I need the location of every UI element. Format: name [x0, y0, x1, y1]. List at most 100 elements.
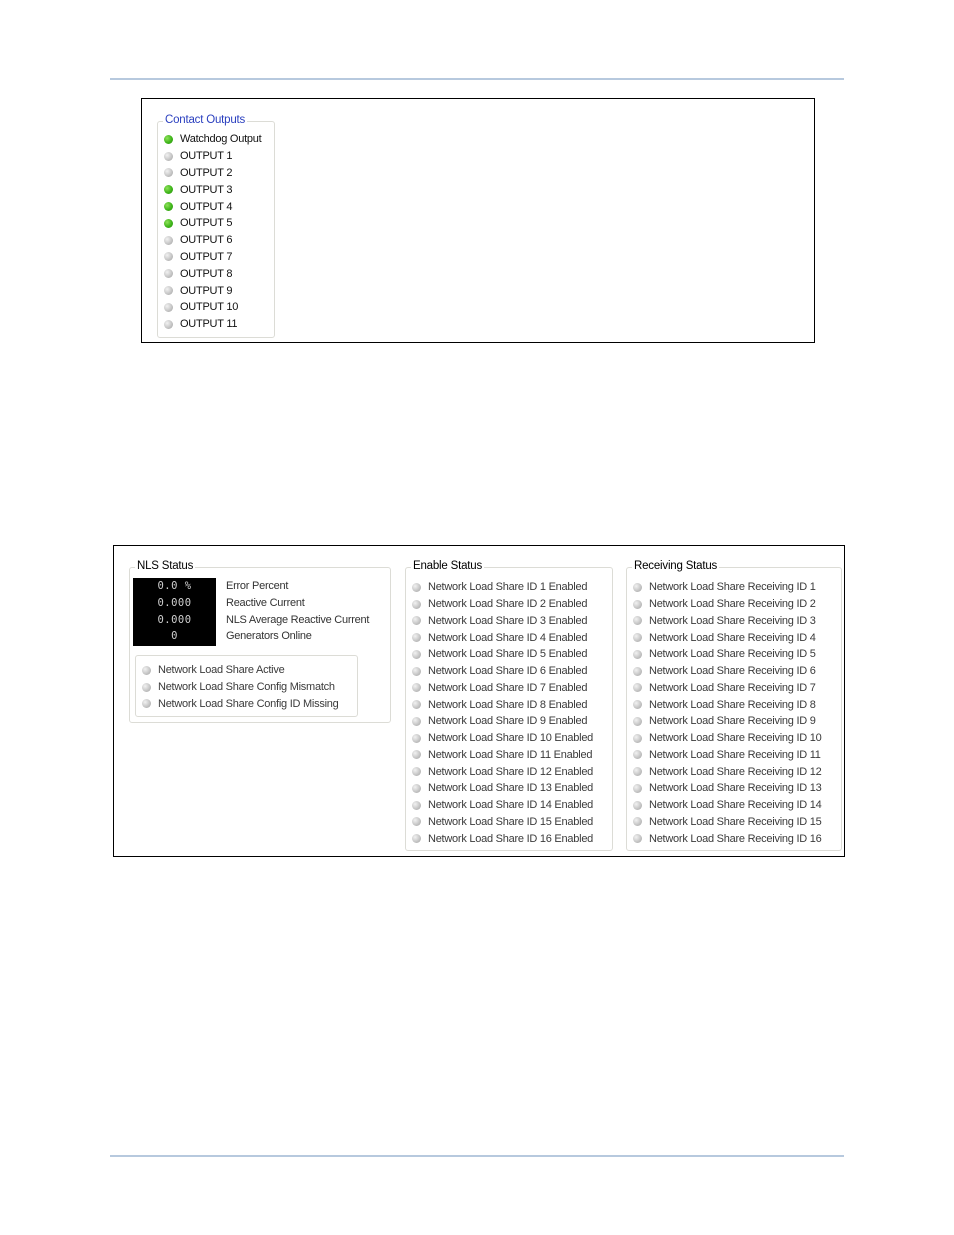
nls-indicator-item: Network Load Share Config Mismatch — [142, 679, 335, 696]
contact-output-item-label: OUTPUT 3 — [180, 183, 233, 196]
receiving-status-item-label: Network Load Share Receiving ID 2 — [649, 598, 816, 611]
receiving-status-item-label: Network Load Share Receiving ID 9 — [649, 715, 816, 728]
receiving-status-item-label: Network Load Share Receiving ID 14 — [649, 799, 822, 812]
led-off-icon — [412, 649, 421, 659]
led-off-icon — [164, 252, 173, 262]
led-off-icon — [633, 616, 642, 626]
enable-status-item: Network Load Share ID 14 Enabled — [412, 797, 593, 814]
enable-status-item: Network Load Share ID 13 Enabled — [412, 780, 593, 797]
led-off-icon — [412, 733, 421, 743]
enable-status-item-label: Network Load Share ID 8 Enabled — [428, 698, 588, 711]
led-off-icon — [164, 168, 173, 178]
enable-status-item: Network Load Share ID 7 Enabled — [412, 680, 587, 697]
contact-outputs-title: Contact Outputs — [163, 113, 248, 127]
enable-status-item: Network Load Share ID 10 Enabled — [412, 730, 593, 747]
nls-status-title: NLS Status — [135, 559, 196, 573]
receiving-status-item-label: Network Load Share Receiving ID 6 — [649, 665, 816, 678]
enable-status-item-label: Network Load Share ID 9 Enabled — [428, 715, 588, 728]
contact-output-item-label: OUTPUT 5 — [180, 217, 233, 230]
enable-status-item-label: Network Load Share ID 15 Enabled — [428, 815, 594, 828]
enable-status-item: Network Load Share ID 4 Enabled — [412, 629, 587, 646]
contact-output-item: OUTPUT 6 — [164, 232, 232, 249]
led-off-icon — [164, 286, 173, 296]
receiving-status-item: Network Load Share Receiving ID 12 — [633, 763, 822, 780]
led-off-icon — [412, 599, 421, 609]
contact-output-item-label: OUTPUT 9 — [180, 284, 233, 297]
contact-outputs-screenshot: Contact Outputs Watchdog Output OUTPUT 1 O… — [141, 98, 815, 343]
contact-output-item: OUTPUT 7 — [164, 249, 232, 266]
enable-status-item-label: Network Load Share ID 11 Enabled — [428, 748, 593, 761]
receiving-status-item: Network Load Share Receiving ID 1 — [633, 579, 816, 596]
led-off-icon — [142, 699, 151, 709]
receiving-status-item-label: Network Load Share Receiving ID 3 — [649, 614, 816, 627]
receiving-status-item: Network Load Share Receiving ID 4 — [633, 629, 816, 646]
led-off-icon — [164, 302, 173, 312]
led-off-icon — [412, 783, 421, 793]
receiving-status-item-label: Network Load Share Receiving ID 8 — [649, 698, 816, 711]
contact-output-item-label: OUTPUT 8 — [180, 267, 233, 280]
nls-indicator-item: Network Load Share Active — [142, 662, 285, 679]
led-off-icon — [164, 235, 173, 245]
error-percent-label: Error Percent — [226, 580, 289, 592]
led-off-icon — [164, 151, 173, 161]
led-off-icon — [164, 319, 173, 329]
led-off-icon — [412, 817, 421, 827]
receiving-status-item: Network Load Share Receiving ID 6 — [633, 663, 816, 680]
enable-status-item: Network Load Share ID 5 Enabled — [412, 646, 587, 663]
led-off-icon — [633, 783, 642, 793]
led-off-icon — [164, 269, 173, 279]
enable-status-item-label: Network Load Share ID 3 Enabled — [428, 614, 588, 627]
receiving-status-item: Network Load Share Receiving ID 9 — [633, 713, 816, 730]
contact-output-item-label: OUTPUT 1 — [180, 150, 233, 163]
receiving-status-item: Network Load Share Receiving ID 5 — [633, 646, 816, 663]
led-off-icon — [633, 700, 642, 710]
enable-status-item: Network Load Share ID 12 Enabled — [412, 763, 593, 780]
generators-online-value: 0 — [171, 630, 178, 643]
receiving-status-item: Network Load Share Receiving ID 14 — [633, 797, 822, 814]
receiving-status-title: Receiving Status — [632, 559, 720, 573]
led-off-icon — [142, 682, 151, 692]
enable-status-item-label: Network Load Share ID 2 Enabled — [428, 598, 588, 611]
receiving-status-item: Network Load Share Receiving ID 11 — [633, 747, 821, 764]
led-off-icon — [633, 649, 642, 659]
enable-status-item: Network Load Share ID 6 Enabled — [412, 663, 587, 680]
nls-average-reactive-current-label: NLS Average Reactive Current — [226, 613, 370, 626]
contact-outputs-group: Contact Outputs Watchdog Output OUTPUT 1 O… — [157, 113, 275, 338]
receiving-status-item: Network Load Share Receiving ID 15 — [633, 814, 822, 831]
led-off-icon — [633, 716, 642, 726]
led-off-icon — [412, 633, 421, 643]
led-off-icon — [633, 834, 642, 844]
led-off-icon — [412, 834, 421, 844]
receiving-status-item: Network Load Share Receiving ID 3 — [633, 613, 816, 630]
receiving-status-item-label: Network Load Share Receiving ID 15 — [649, 815, 822, 828]
contact-output-item: Watchdog Output — [164, 131, 262, 148]
led-off-icon — [412, 767, 421, 777]
led-off-icon — [412, 683, 421, 693]
contact-output-item: OUTPUT 11 — [164, 316, 238, 333]
led-off-icon — [633, 599, 642, 609]
receiving-status-item-label: Network Load Share Receiving ID 10 — [649, 732, 822, 745]
receiving-status-item: Network Load Share Receiving ID 16 — [633, 830, 822, 847]
led-off-icon — [142, 665, 151, 675]
led-off-icon — [633, 767, 642, 777]
enable-status-item-label: Network Load Share ID 5 Enabled — [428, 648, 588, 661]
enable-status-item-label: Network Load Share ID 6 Enabled — [428, 665, 588, 678]
enable-status-item: Network Load Share ID 2 Enabled — [412, 596, 587, 613]
receiving-status-item-label: Network Load Share Receiving ID 5 — [649, 648, 816, 661]
contact-output-item-label: OUTPUT 4 — [180, 200, 233, 213]
reactive-current-label: Reactive Current — [226, 596, 305, 609]
contact-output-item-label: OUTPUT 7 — [180, 250, 233, 263]
enable-status-item: Network Load Share ID 1 Enabled — [412, 579, 587, 596]
enable-status-item: Network Load Share ID 3 Enabled — [412, 613, 587, 630]
receiving-status-item: Network Load Share Receiving ID 8 — [633, 696, 816, 713]
contact-output-item: OUTPUT 8 — [164, 265, 232, 282]
reactive-current-value: 0.000 — [157, 596, 192, 609]
led-off-icon — [633, 666, 642, 676]
led-off-icon — [412, 700, 421, 710]
nls-indicator-item-label: Network Load Share Config Mismatch — [158, 681, 335, 694]
contact-output-item: OUTPUT 2 — [164, 165, 232, 182]
contact-output-item: OUTPUT 1 — [164, 148, 232, 165]
led-off-icon — [633, 800, 642, 810]
contact-output-item-label: OUTPUT 11 — [180, 318, 238, 331]
contact-output-item-label: OUTPUT 2 — [180, 166, 233, 179]
